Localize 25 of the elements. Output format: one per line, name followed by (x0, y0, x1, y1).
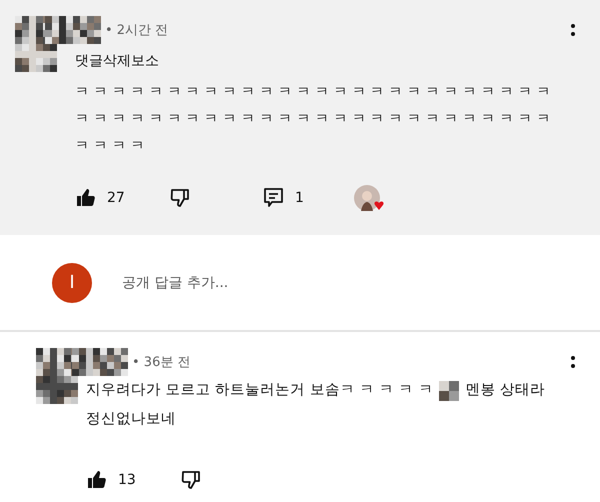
like-icon[interactable] (75, 187, 97, 209)
comment-text: 지우려다가 모르고 하트눌러논거 보솜ㅋ ㅋ ㅋ ㅋ ㅋ (86, 381, 434, 400)
reply-input-field[interactable]: 공개 답글 추가... (120, 274, 424, 292)
more-menu-icon[interactable] (570, 355, 576, 369)
more-menu-icon[interactable] (570, 23, 576, 37)
comment-text: ㅋ ㅋ ㅋ ㅋ (75, 137, 144, 156)
comment-text: ㅋ ㅋ ㅋ ㅋ ㅋ ㅋ ㅋ ㅋ ㅋ ㅋ ㅋ ㅋ ㅋ ㅋ ㅋ ㅋ ㅋ ㅋ ㅋ ㅋ ㅋ ㅋ ㅋ ㅋ ㅋ ㅋ (75, 110, 550, 129)
like-icon[interactable] (86, 469, 108, 491)
dislike-icon[interactable] (169, 187, 191, 209)
comment-text: 댓글삭제보소 (75, 52, 159, 71)
comment-time: • 36분 전 (132, 354, 190, 371)
like-count: 27 (107, 190, 125, 206)
user-avatar: I (52, 262, 92, 302)
pixelated-avatar (36, 348, 78, 404)
reply-icon[interactable] (263, 187, 285, 209)
comment-text: 정신없나보네 (86, 410, 176, 429)
comment-time: • 2시간 전 (105, 22, 168, 39)
pixelated-name (72, 348, 128, 376)
comment-text: 멘봉 상태라 (465, 381, 545, 400)
comment-text: ㅋ ㅋ ㅋ ㅋ ㅋ ㅋ ㅋ ㅋ ㅋ ㅋ ㅋ ㅋ ㅋ ㅋ ㅋ ㅋ ㅋ ㅋ ㅋ ㅋ ㅋ ㅋ ㅋ ㅋ ㅋ ㅋ (75, 83, 550, 102)
pixelated-block (439, 380, 460, 400)
dislike-icon[interactable] (180, 469, 202, 491)
pixelated-name (45, 16, 101, 44)
reply-count: 1 (295, 190, 304, 206)
like-count: 13 (118, 472, 136, 488)
